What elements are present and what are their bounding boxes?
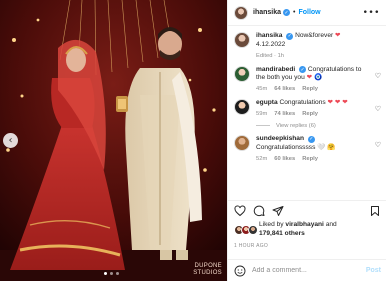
comment-text: Congratulationsssss [256,143,318,151]
comment-body: mandirabedi ✓ Congratulations to the bot… [256,66,381,95]
comment-likes[interactable]: 74 likes [274,111,295,119]
verified-badge-icon: ✓ [307,135,315,143]
share-paper-plane-icon[interactable] [272,205,284,217]
likes-and: and [323,221,337,228]
instagram-post-view: ‹ DUPONE STUDIOS ihansika ✓ • Follow ••• [0,0,386,281]
comment-time: 52m [256,155,268,162]
avatar[interactable] [234,134,250,151]
comment-meta: 45m 64 likes Reply [256,86,371,94]
add-comment-bar: Post [228,259,386,281]
liker-avatars [234,224,258,235]
caption-text: Now&forever [295,32,336,39]
reply-button[interactable]: Reply [302,156,318,164]
post-side-panel: ihansika ✓ • Follow ••• ihansika ✓ Now&f… [227,0,386,281]
avatar [248,224,258,235]
caption-date: 4.12.2022 [256,40,286,48]
wedding-photo-illustration [0,0,227,281]
evil-eye-emoji: 🧿 [313,74,323,82]
avatar[interactable] [234,32,250,48]
reply-button[interactable]: Reply [302,111,318,119]
comment-item: mandirabedi ✓ Congratulations to the bot… [234,65,381,95]
comment-bubble-icon[interactable] [253,205,265,217]
save-bookmark-icon[interactable] [369,205,381,217]
caption-edited-time: Edited · 1h [256,52,285,59]
post-photo[interactable]: ‹ DUPONE STUDIOS [0,0,227,281]
like-heart-icon[interactable] [234,204,246,217]
comment-body: egupta Congratulations ❤ ❤ ❤ 59m 74 like… [256,99,381,119]
header-separator: • [293,9,296,16]
comment-username[interactable]: sundeepkishan [256,135,304,142]
avatar[interactable] [234,5,248,20]
liker-username[interactable]: viralbhayani [285,221,323,228]
like-comment-heart-icon[interactable]: ♡ [375,72,381,81]
comment-username[interactable]: egupta [256,99,278,106]
heart-emoji: ❤ [342,99,348,107]
post-action-bar [228,200,386,220]
caption: ihansika ✓ Now&forever ❤ 4.12.2022 Edite… [234,32,381,61]
heart-emoji: ❤ [327,99,334,107]
emoji-smiley-icon[interactable] [234,265,246,277]
view-replies-label: View replies (6) [276,122,316,129]
carousel-dot [110,272,113,275]
comment-meta: 52m 60 likes Reply [256,156,371,164]
verified-badge-icon: ✓ [283,9,291,16]
heart-emoji: ❤ [306,74,313,82]
carousel-prev-button[interactable]: ‹ [3,133,18,148]
replies-divider [256,125,270,127]
comment-time: 45m [256,86,268,93]
comments-list[interactable]: ihansika ✓ Now&forever ❤ 4.12.2022 Edite… [228,26,386,198]
comment-username[interactable]: mandirabedi [256,66,295,73]
like-comment-heart-icon[interactable]: ♡ [375,141,381,150]
carousel-dot [116,272,119,275]
add-comment-input[interactable] [252,267,366,274]
view-replies-button[interactable]: View replies (6) [256,123,381,129]
hug-emoji: 🤗 [327,143,336,151]
comment-item: sundeepkishan ✓ Congratulationsssss 🤍 🤗 … [234,134,381,164]
post-header: ihansika ✓ • Follow ••• [228,0,386,26]
caption-meta: Edited · 1h [256,53,371,61]
comment-likes[interactable]: 64 likes [274,86,295,94]
likes-prefix: Liked by [259,221,286,228]
comment-likes[interactable]: 60 likes [274,156,295,164]
likes-text: Liked by viralbhayani and 179,841 others [259,221,337,238]
photo-watermark: DUPONE STUDIOS [193,263,222,276]
caption-body: ihansika ✓ Now&forever ❤ 4.12.2022 Edite… [256,32,381,61]
comment-item: egupta Congratulations ❤ ❤ ❤ 59m 74 like… [234,99,381,119]
carousel-dot [104,272,107,275]
comment-text: Congratulations [279,99,328,107]
verified-badge-icon: ✓ [299,66,307,74]
avatar[interactable] [234,65,250,82]
verified-badge-icon: ✓ [286,32,294,40]
post-timestamp[interactable]: 1 HOUR AGO [234,243,268,249]
chevron-left-icon: ‹ [8,134,13,146]
heart-emoji: ❤ [335,32,341,39]
avatar[interactable] [234,99,250,116]
carousel-indicator [104,272,119,275]
likes-count[interactable]: 179,841 others [259,230,305,237]
comment-body: sundeepkishan ✓ Congratulationsssss 🤍 🤗 … [256,135,381,164]
more-options-icon[interactable]: ••• [363,8,380,18]
post-comment-button[interactable]: Post [366,267,381,274]
like-comment-heart-icon[interactable]: ♡ [375,105,381,114]
likes-summary: Liked by viralbhayani and 179,841 others [234,221,384,238]
comment-meta: 59m 74 likes Reply [256,111,371,119]
reply-button[interactable]: Reply [302,86,318,94]
comment-time: 59m [256,111,268,118]
caption-username[interactable]: ihansika [256,32,282,39]
post-username[interactable]: ihansika [253,9,281,16]
follow-button[interactable]: Follow [298,9,320,16]
white-heart-emoji: 🤍 [317,143,326,151]
heart-emoji: ❤ [334,99,341,107]
